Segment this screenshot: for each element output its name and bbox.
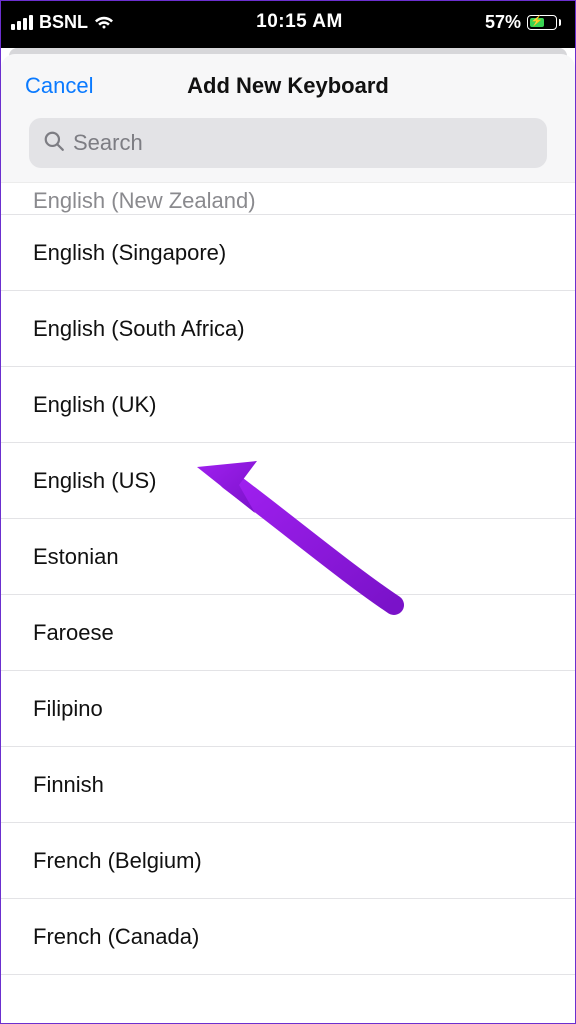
page-title: Add New Keyboard bbox=[187, 73, 389, 99]
list-item[interactable]: Faroese bbox=[1, 595, 575, 671]
list-item[interactable]: Filipino bbox=[1, 671, 575, 747]
list-item[interactable]: English (South Africa) bbox=[1, 291, 575, 367]
carrier-label: BSNL bbox=[39, 12, 88, 33]
search-input[interactable] bbox=[73, 130, 533, 156]
list-item[interactable]: English (US) bbox=[1, 443, 575, 519]
list-item[interactable]: English (UK) bbox=[1, 367, 575, 443]
wifi-icon bbox=[94, 14, 114, 35]
search-icon bbox=[43, 130, 65, 157]
keyboard-list[interactable]: English (New Zealand) English (Singapore… bbox=[1, 182, 575, 975]
cancel-button[interactable]: Cancel bbox=[25, 73, 93, 99]
clock: 10:15 AM bbox=[256, 11, 343, 33]
list-item[interactable]: English (Singapore) bbox=[1, 215, 575, 291]
list-item[interactable]: French (Canada) bbox=[1, 899, 575, 975]
list-item[interactable]: Estonian bbox=[1, 519, 575, 595]
battery-pct: 57% bbox=[485, 12, 521, 33]
list-item[interactable]: Finnish bbox=[1, 747, 575, 823]
battery-icon: ⚡ bbox=[527, 15, 561, 30]
list-item[interactable]: English (New Zealand) bbox=[1, 183, 575, 215]
signal-icon bbox=[11, 15, 33, 30]
nav-bar: Cancel Add New Keyboard bbox=[1, 54, 575, 118]
list-item[interactable]: French (Belgium) bbox=[1, 823, 575, 899]
search-field[interactable] bbox=[29, 118, 547, 168]
status-bar: BSNL 10:15 AM 57% ⚡ bbox=[1, 1, 575, 43]
